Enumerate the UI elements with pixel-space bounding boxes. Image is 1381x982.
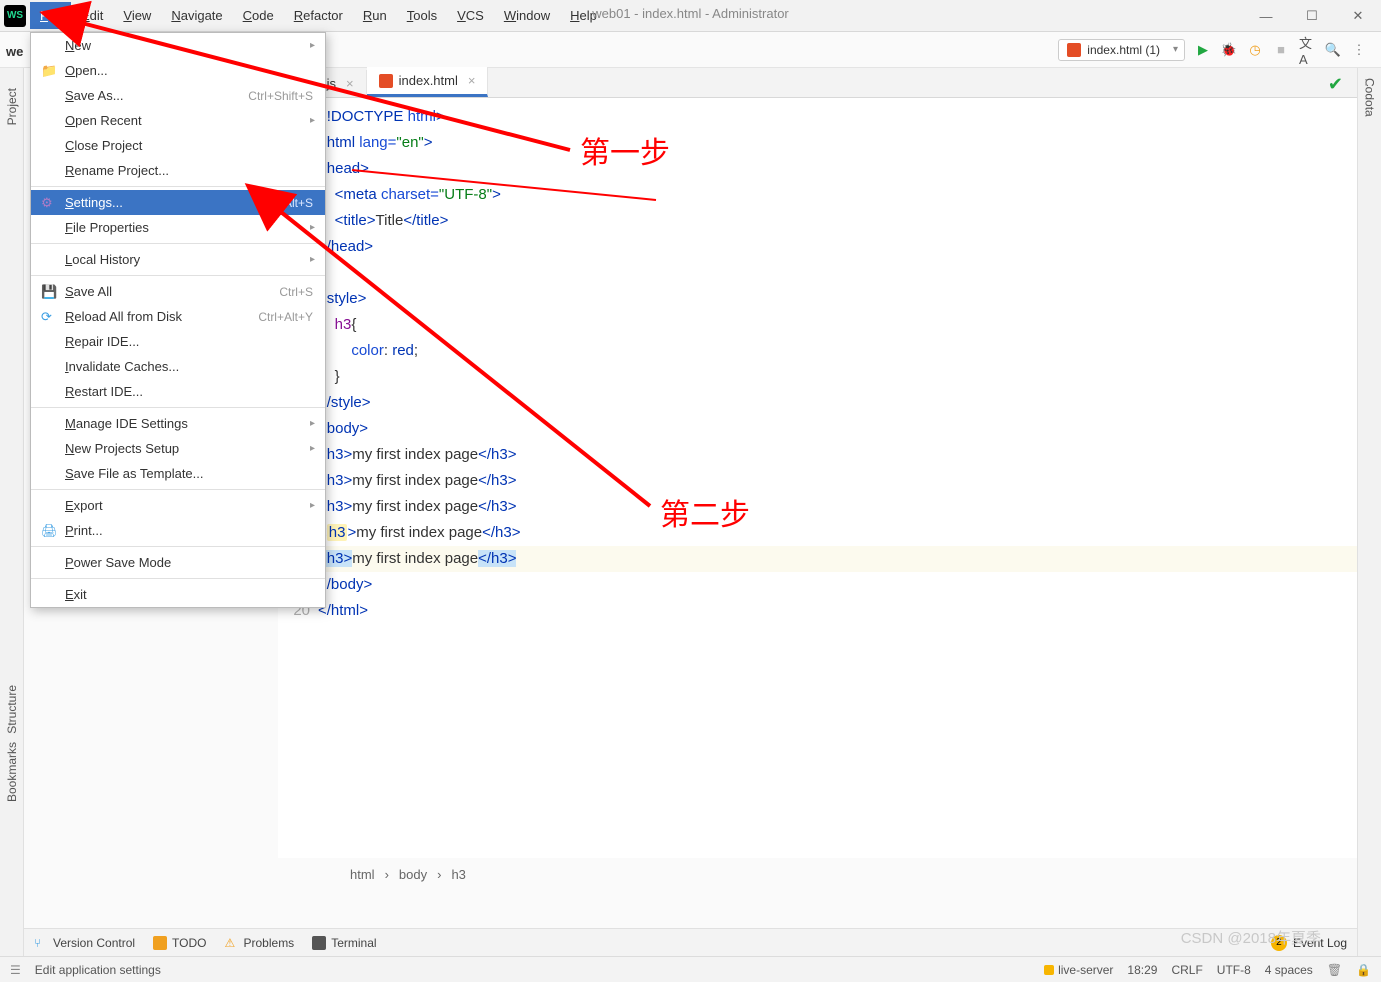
terminal-tab[interactable]: Terminal	[312, 936, 376, 950]
menu-item-print[interactable]: 🖨Print...	[31, 518, 325, 543]
watermark: CSDN @2018年夏季	[1181, 927, 1321, 948]
print-icon: 🖨	[41, 523, 57, 539]
menu-item-new[interactable]: New▸	[31, 33, 325, 58]
nav-crumb[interactable]: we	[6, 44, 23, 59]
problems-icon: ⚠	[225, 936, 239, 950]
editor-tabs: llo.js×index.html×	[278, 68, 1357, 98]
breadcrumb-html[interactable]: html	[350, 867, 375, 882]
check-icon: ✔	[1328, 74, 1343, 95]
live-server-status[interactable]: live-server	[1044, 963, 1113, 977]
maximize-button[interactable]: ☐	[1289, 0, 1335, 32]
close-button[interactable]: ✕	[1335, 0, 1381, 32]
caret-position[interactable]: 18:29	[1127, 963, 1157, 977]
menubar: WS FileEditViewNavigateCodeRefactorRunTo…	[0, 0, 1381, 32]
right-tool-rail: Codota	[1357, 68, 1381, 956]
debug-icon[interactable]: 🐞	[1221, 42, 1237, 58]
close-tab-icon[interactable]: ×	[346, 76, 354, 91]
menu-item-new-projects-setup[interactable]: New Projects Setup▸	[31, 436, 325, 461]
menu-item-settings[interactable]: ⚙Settings...Ctrl+Alt+S	[31, 190, 325, 215]
html-file-icon	[1067, 43, 1081, 57]
menu-vcs[interactable]: VCS	[447, 2, 494, 29]
code-content[interactable]: <!DOCTYPE html><html lang="en"><head> <m…	[318, 98, 1357, 858]
menu-navigate[interactable]: Navigate	[161, 2, 232, 29]
run-config-selector[interactable]: index.html (1)	[1058, 39, 1185, 61]
trash-icon[interactable]: 🗑	[1327, 963, 1342, 977]
branch-icon: ⑂	[34, 936, 48, 950]
left-tool-rail: Project Structure Bookmarks	[0, 68, 24, 956]
menu-run[interactable]: Run	[353, 2, 397, 29]
menu-item-export[interactable]: Export▸	[31, 493, 325, 518]
editor-tab-index-html[interactable]: index.html×	[367, 67, 489, 97]
breadcrumb-body[interactable]: body	[399, 867, 427, 882]
reload-icon: ⟳	[41, 309, 57, 325]
gear-icon: ⚙	[41, 195, 57, 211]
menu-item-power-save-mode[interactable]: Power Save Mode	[31, 550, 325, 575]
editor-tab-menu-icon[interactable]: ⋮	[1359, 76, 1373, 93]
menu-item-local-history[interactable]: Local History▸	[31, 247, 325, 272]
menu-item-save-as[interactable]: Save As...Ctrl+Shift+S	[31, 83, 325, 108]
breadcrumb-h3[interactable]: h3	[451, 867, 465, 882]
live-server-icon	[1044, 965, 1054, 975]
project-tool-tab[interactable]: Project	[5, 88, 19, 125]
menu-code[interactable]: Code	[233, 2, 284, 29]
run-config-label: index.html (1)	[1087, 43, 1160, 57]
bottom-tool-bar: ⑂Version Control TODO ⚠Problems Terminal…	[24, 928, 1357, 956]
menu-item-save-all[interactable]: 💾Save AllCtrl+S	[31, 279, 325, 304]
lock-icon[interactable]: 🔒	[1356, 963, 1371, 977]
menu-item-open-recent[interactable]: Open Recent▸	[31, 108, 325, 133]
app-icon: WS	[4, 5, 26, 27]
bookmarks-tool-tab[interactable]: Bookmarks	[5, 742, 19, 802]
menu-window[interactable]: Window	[494, 2, 560, 29]
menu-item-invalidate-caches[interactable]: Invalidate Caches...	[31, 354, 325, 379]
menu-item-rename-project[interactable]: Rename Project...	[31, 158, 325, 183]
status-bar: ☰ Edit application settings live-server …	[0, 956, 1381, 982]
structure-tool-tab[interactable]: Structure	[5, 685, 19, 734]
menu-item-restart-ide[interactable]: Restart IDE...	[31, 379, 325, 404]
version-control-tab[interactable]: ⑂Version Control	[34, 936, 135, 950]
annotation-step2: 第二步	[660, 490, 750, 534]
file-menu-dropdown: New▸📁Open...Save As...Ctrl+Shift+SOpen R…	[30, 32, 326, 608]
folder-icon: 📁	[41, 63, 57, 79]
line-separator[interactable]: CRLF	[1171, 963, 1202, 977]
stop-icon[interactable]: ■	[1273, 42, 1289, 58]
more-icon[interactable]: ⋮	[1351, 42, 1367, 58]
search-icon[interactable]: 🔍	[1325, 42, 1341, 58]
html-file-icon	[379, 74, 393, 88]
translate-icon[interactable]: 文A	[1299, 42, 1315, 58]
menu-file[interactable]: File	[30, 2, 71, 29]
status-message: Edit application settings	[35, 963, 161, 977]
menu-item-manage-ide-settings[interactable]: Manage IDE Settings▸	[31, 411, 325, 436]
menu-item-close-project[interactable]: Close Project	[31, 133, 325, 158]
layers-icon[interactable]: ☰	[10, 963, 21, 977]
menu-item-exit[interactable]: Exit	[31, 582, 325, 607]
editor-breadcrumb[interactable]: html› body› h3	[350, 867, 466, 882]
coverage-icon[interactable]: ◷	[1247, 42, 1263, 58]
encoding[interactable]: UTF-8	[1217, 963, 1251, 977]
menu-view[interactable]: View	[113, 2, 161, 29]
menu-item-reload-all-from-disk[interactable]: ⟳Reload All from DiskCtrl+Alt+Y	[31, 304, 325, 329]
annotation-step1: 第一步	[580, 128, 670, 172]
window-title: web01 - index.html - Administrator	[592, 6, 789, 21]
close-tab-icon[interactable]: ×	[468, 73, 476, 88]
minimize-button[interactable]: —	[1243, 0, 1289, 32]
todo-tab[interactable]: TODO	[153, 936, 206, 950]
indent[interactable]: 4 spaces	[1265, 963, 1313, 977]
run-icon[interactable]: ▶	[1195, 42, 1211, 58]
menu-refactor[interactable]: Refactor	[284, 2, 353, 29]
menu-item-repair-ide[interactable]: Repair IDE...	[31, 329, 325, 354]
problems-tab[interactable]: ⚠Problems	[225, 936, 295, 950]
menu-item-file-properties[interactable]: File Properties▸	[31, 215, 325, 240]
menu-tools[interactable]: Tools	[397, 2, 447, 29]
menu-edit[interactable]: Edit	[71, 2, 113, 29]
menu-item-save-file-as-template[interactable]: Save File as Template...	[31, 461, 325, 486]
terminal-icon	[312, 936, 326, 950]
todo-icon	[153, 936, 167, 950]
editor-area: llo.js×index.html× ✔ 1920 <!DOCTYPE html…	[278, 68, 1357, 858]
save-icon: 💾	[41, 284, 57, 300]
menu-item-open[interactable]: 📁Open...	[31, 58, 325, 83]
